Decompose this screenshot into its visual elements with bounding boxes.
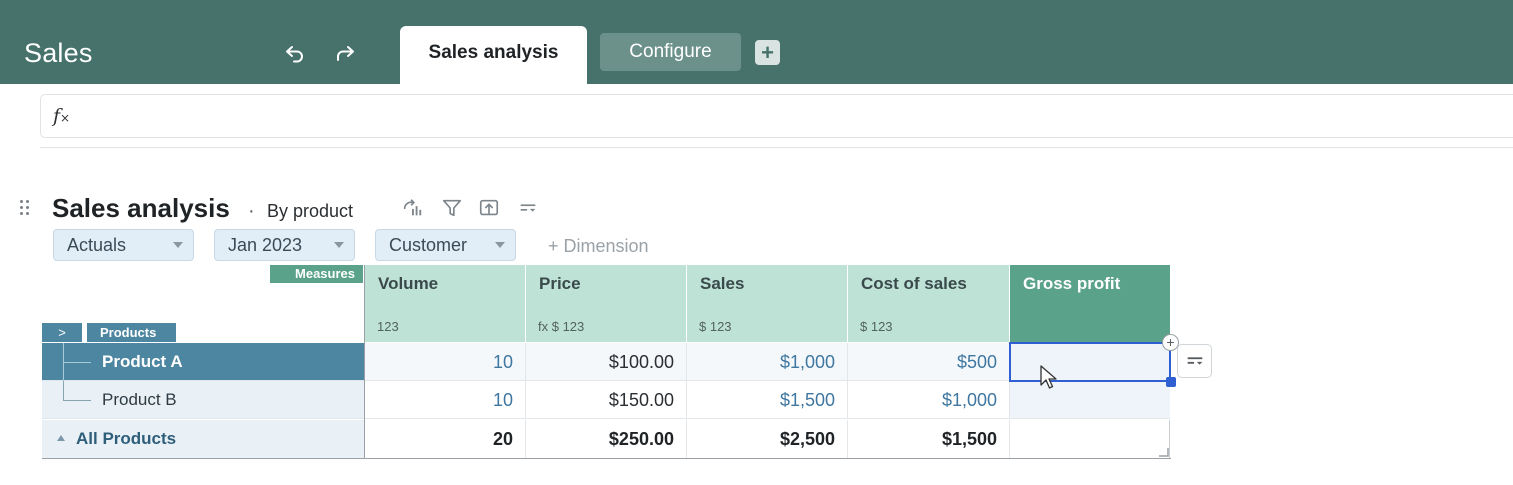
- row-label: Product B: [102, 390, 177, 409]
- pill-label: Actuals: [67, 234, 127, 255]
- column-label: Volume: [378, 274, 439, 293]
- view-name[interactable]: By product: [267, 201, 353, 222]
- undo-button[interactable]: [280, 38, 310, 68]
- filter-pill-period[interactable]: Jan 2023: [214, 229, 355, 261]
- column-format: 123: [377, 319, 399, 334]
- column-format: $ 123: [699, 319, 732, 334]
- cell-selection-outline: [1009, 342, 1171, 382]
- cell-total-cost-of-sales[interactable]: $1,500: [848, 420, 1010, 458]
- column-label: Cost of sales: [861, 274, 967, 293]
- collapse-icon[interactable]: [57, 435, 65, 441]
- tab-sales-analysis[interactable]: Sales analysis: [400, 26, 587, 84]
- redo-icon: [337, 46, 354, 61]
- cell-product-a-volume[interactable]: 10: [365, 343, 526, 381]
- plus-icon: +: [761, 39, 774, 65]
- row-header-product-a[interactable]: Product A: [42, 343, 364, 381]
- chevron-down-icon: [495, 242, 505, 248]
- tree-line: [63, 400, 91, 401]
- expand-dimension-button[interactable]: >: [42, 323, 82, 342]
- column-header-sales[interactable]: Sales $ 123: [687, 265, 848, 342]
- export-icon[interactable]: [477, 196, 501, 220]
- filter-icon[interactable]: [440, 196, 464, 220]
- cell-product-a-cost-of-sales[interactable]: $500: [848, 343, 1010, 381]
- resize-handle-icon[interactable]: [1157, 447, 1169, 457]
- column-format: fx $ 123: [538, 319, 585, 334]
- plus-icon: +: [1166, 334, 1175, 350]
- cell-format-button[interactable]: [1177, 344, 1212, 378]
- measures-tag[interactable]: Measures: [270, 265, 363, 283]
- add-dimension-button[interactable]: + Dimension: [548, 236, 649, 257]
- undo-icon: [286, 46, 303, 63]
- format-icon[interactable]: [516, 196, 540, 220]
- cell-product-b-sales[interactable]: $1,500: [687, 381, 848, 419]
- block-title: Sales analysis: [52, 193, 230, 223]
- cell-total-sales[interactable]: $2,500: [687, 420, 848, 458]
- row-label: Product A: [102, 352, 183, 371]
- drag-handle-icon[interactable]: [20, 200, 32, 218]
- tree-line: [63, 381, 64, 401]
- row-header-all-products[interactable]: All Products: [42, 420, 364, 458]
- column-header-cost-of-sales[interactable]: Cost of sales $ 123: [848, 265, 1010, 342]
- cell-product-b-price[interactable]: $150.00: [526, 381, 687, 419]
- divider: [40, 147, 1513, 148]
- fill-handle[interactable]: [1166, 377, 1176, 387]
- chevron-down-icon: [173, 242, 183, 248]
- column-header-volume[interactable]: Volume 123: [365, 265, 526, 342]
- tree-line: [63, 362, 91, 363]
- redo-button[interactable]: [330, 38, 360, 68]
- chevron-down-icon: [334, 242, 344, 248]
- products-dimension-tag[interactable]: Products: [87, 323, 176, 342]
- row-header-product-b[interactable]: Product B: [42, 381, 364, 419]
- pivot-icon[interactable]: [400, 196, 424, 220]
- row-label: All Products: [76, 429, 177, 448]
- cell-product-b-volume[interactable]: 10: [365, 381, 526, 419]
- tab-configure[interactable]: Configure: [600, 33, 741, 71]
- column-header-price[interactable]: Price fx $ 123: [526, 265, 687, 342]
- cell-product-a-sales[interactable]: $1,000: [687, 343, 848, 381]
- formula-bar[interactable]: f×: [40, 94, 1513, 138]
- cell-product-a-price[interactable]: $100.00: [526, 343, 687, 381]
- mouse-cursor-icon: [1040, 365, 1057, 389]
- chevron-right-icon: >: [58, 325, 66, 340]
- title-separator: ·: [248, 200, 255, 222]
- grid-bottom-border: [42, 458, 1171, 459]
- pill-label: Customer: [389, 234, 468, 255]
- pill-label: Jan 2023: [228, 234, 303, 255]
- grid-divider: [364, 265, 365, 459]
- column-label: Price: [539, 274, 581, 293]
- add-tab-button[interactable]: +: [755, 40, 780, 65]
- column-label: Sales: [700, 274, 745, 293]
- filter-pill-customer[interactable]: Customer: [375, 229, 516, 261]
- cell-total-gross-profit[interactable]: [1010, 420, 1170, 458]
- fx-icon: f×: [53, 105, 71, 127]
- top-bar: Sales Sales analysis Configure +: [0, 0, 1513, 84]
- cell-product-b-gross-profit[interactable]: [1010, 381, 1170, 419]
- filter-pill-actuals[interactable]: Actuals: [53, 229, 194, 261]
- column-format: $ 123: [860, 319, 893, 334]
- column-header-gross-profit[interactable]: Gross profit: [1010, 265, 1170, 342]
- format-icon: [1187, 357, 1202, 365]
- cell-product-b-cost-of-sales[interactable]: $1,000: [848, 381, 1010, 419]
- cell-total-volume[interactable]: 20: [365, 420, 526, 458]
- column-label: Gross profit: [1023, 274, 1121, 293]
- cell-total-price[interactable]: $250.00: [526, 420, 687, 458]
- app-title: Sales: [24, 38, 93, 68]
